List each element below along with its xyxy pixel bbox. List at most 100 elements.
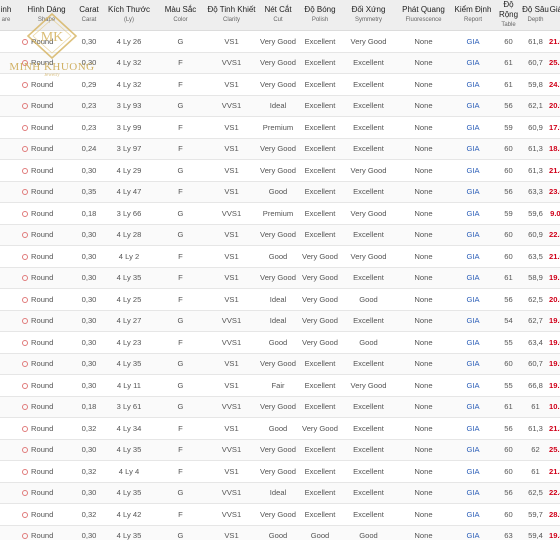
shape-label: Round [31, 273, 54, 283]
table-row[interactable]: Round 0,30 4 Ly 35 G VS1 Good Good Good None GIA 6… [0, 525, 560, 540]
report-cell[interactable]: GIA [451, 525, 495, 540]
report-cell[interactable]: GIA [451, 267, 495, 289]
header-label: inh [0, 5, 12, 14]
table-row[interactable]: Round 0,35 4 Ly 47 F VS1 Good Excellent Excelle… [0, 181, 560, 203]
table-row[interactable]: Round 0,30 4 Ly 26 G VS1 Very Good Excellent Ve… [0, 30, 560, 53]
header-sublabel: are [1, 17, 11, 23]
shape-label: Round [31, 359, 54, 369]
report-cell[interactable]: GIA [451, 30, 495, 53]
polish-cell: Excellent [299, 460, 341, 483]
shape-label: Round [31, 445, 54, 455]
report-cell[interactable]: GIA [451, 73, 495, 96]
table-row[interactable]: Round 0,30 4 Ly 2 F VS1 Good Very Good Very Goo… [0, 245, 560, 268]
report-cell[interactable]: GIA [451, 439, 495, 461]
table-row[interactable]: Round 0,30 4 Ly 11 G VS1 Fair Excellent Very Go… [0, 374, 560, 397]
symmetry-cell: Excellent [341, 181, 396, 203]
symmetry-cell: Excellent [341, 224, 396, 246]
report-cell[interactable]: GIA [451, 95, 495, 117]
table-row[interactable]: Round 0,30 4 Ly 35 G VVS1 Ideal Excellent Excel… [0, 482, 560, 504]
header-label: Hình Dáng [27, 5, 66, 14]
table-row[interactable]: Round 0,30 4 Ly 35 F VVS1 Very Good Excellent E… [0, 439, 560, 461]
table-header-row: inh are Hình Dáng Shape Carat Carat Kích Thước… [0, 0, 560, 31]
fluorescence-cell: None [396, 30, 451, 53]
price-cell: 9.000.000 [549, 202, 560, 225]
table-cell: 59 [495, 202, 522, 225]
fluorescence-cell: None [396, 267, 451, 289]
report-cell[interactable]: GIA [451, 288, 495, 311]
header-label: Phát Quang [402, 5, 445, 14]
clarity-cell: VS1 [206, 245, 257, 268]
report-cell[interactable]: GIA [451, 202, 495, 225]
round-shape-icon [22, 124, 28, 131]
report-cell[interactable]: GIA [451, 417, 495, 440]
price-cell: 25.100.000 [549, 439, 560, 461]
table-row[interactable]: Round 0,23 3 Ly 93 G VVS1 Ideal Excellent Excel… [0, 95, 560, 117]
color-cell: F [155, 331, 206, 354]
table-row[interactable]: Round 0,32 4 Ly 4 F VS1 Very Good Excellent Exc… [0, 460, 560, 483]
table-row[interactable]: Round 0,30 4 Ly 28 G VS1 Very Good Excellent Ex… [0, 224, 560, 246]
table-row[interactable]: Round 0,23 3 Ly 99 F VS1 Premium Excellent Exce… [0, 116, 560, 139]
fluorescence-cell: None [396, 331, 451, 354]
carat-cell: 0,30 [75, 30, 103, 53]
table-row[interactable]: Round 0,32 4 Ly 42 F VVS1 Very Good Excellent E… [0, 503, 560, 526]
report-cell[interactable]: GIA [451, 374, 495, 397]
clarity-cell: VVS1 [206, 310, 257, 332]
table-row[interactable]: Round 0,32 4 Ly 34 F VS1 Good Very Good Excelle… [0, 417, 560, 440]
depth-cell: 60,9 [522, 116, 549, 139]
report-cell[interactable]: GIA [451, 138, 495, 160]
depth-cell: 62 [522, 439, 549, 461]
symmetry-cell: Very Good [341, 245, 396, 268]
report-cell[interactable]: GIA [451, 224, 495, 246]
report-cell[interactable]: GIA [451, 353, 495, 375]
report-cell[interactable]: GIA [451, 52, 495, 74]
report-cell[interactable]: GIA [451, 245, 495, 268]
color-cell: F [155, 460, 206, 483]
fluorescence-cell: None [396, 73, 451, 96]
depth-cell: 63,3 [522, 181, 549, 203]
report-cell[interactable]: GIA [451, 159, 495, 182]
table-row[interactable]: Round 0,18 3 Ly 61 G VVS1 Very Good Excellent E… [0, 396, 560, 418]
table-row[interactable]: Round 0,30 4 Ly 32 F VVS1 Very Good Excellent E… [0, 52, 560, 74]
table-row[interactable]: Round 0,30 4 Ly 35 G VS1 Very Good Excellent Ex… [0, 353, 560, 375]
table-row[interactable]: Round 0,30 4 Ly 23 F VVS1 Good Very Good Good No… [0, 331, 560, 354]
report-cell[interactable]: GIA [451, 331, 495, 354]
table-row[interactable]: Round 0,18 3 Ly 66 G VVS1 Premium Excellent Ver… [0, 202, 560, 225]
clarity-cell: VS1 [206, 30, 257, 53]
table-row[interactable]: Round 0,30 4 Ly 27 G VVS1 Ideal Very Good Excel… [0, 310, 560, 332]
report-cell[interactable]: GIA [451, 310, 495, 332]
round-shape-icon [22, 490, 28, 497]
header-carat: Carat Carat [75, 0, 103, 31]
shape-label: Round [31, 208, 54, 218]
report-cell[interactable]: GIA [451, 460, 495, 483]
table-row[interactable]: Round 0,24 3 Ly 97 F VS1 Very Good Excellent Ex… [0, 138, 560, 160]
table-row[interactable]: Round 0,29 4 Ly 32 F VS1 Very Good Excellent Ex… [0, 73, 560, 96]
cut-cell: Very Good [257, 52, 299, 74]
partial-cell [0, 503, 18, 526]
report-cell[interactable]: GIA [451, 503, 495, 526]
depth-cell: 63,4 [522, 331, 549, 354]
report-cell[interactable]: GIA [451, 482, 495, 504]
report-cell[interactable]: GIA [451, 396, 495, 418]
size-cell: 4 Ly 35 [103, 525, 155, 540]
color-cell: G [155, 525, 206, 540]
round-shape-icon [22, 253, 28, 260]
table-row[interactable]: Round 0,30 4 Ly 35 F VS1 Very Good Very Good Ex… [0, 267, 560, 289]
header-label: Kích Thước [107, 5, 151, 14]
round-shape-icon [22, 296, 28, 303]
table-cell: 61 [495, 396, 522, 418]
report-cell[interactable]: GIA [451, 116, 495, 139]
fluorescence-cell: None [396, 52, 451, 74]
table-row[interactable]: Round 0,30 4 Ly 29 G VS1 Very Good Excellent Ve… [0, 159, 560, 182]
round-shape-icon [22, 318, 28, 325]
header-table: Độ Rộng Table [495, 0, 522, 31]
header-cut: Nét Cắt Cut [257, 0, 299, 31]
cut-cell: Ideal [257, 95, 299, 117]
cut-cell: Very Good [257, 460, 299, 483]
symmetry-cell: Excellent [341, 417, 396, 440]
clarity-cell: VS1 [206, 159, 257, 182]
size-cell: 4 Ly 47 [103, 181, 155, 203]
size-cell: 4 Ly 27 [103, 310, 155, 332]
price-cell: 20.500.000 [549, 288, 560, 311]
report-cell[interactable]: GIA [451, 181, 495, 203]
table-row[interactable]: Round 0,30 4 Ly 25 F VS1 Ideal Very Good Good No… [0, 288, 560, 311]
